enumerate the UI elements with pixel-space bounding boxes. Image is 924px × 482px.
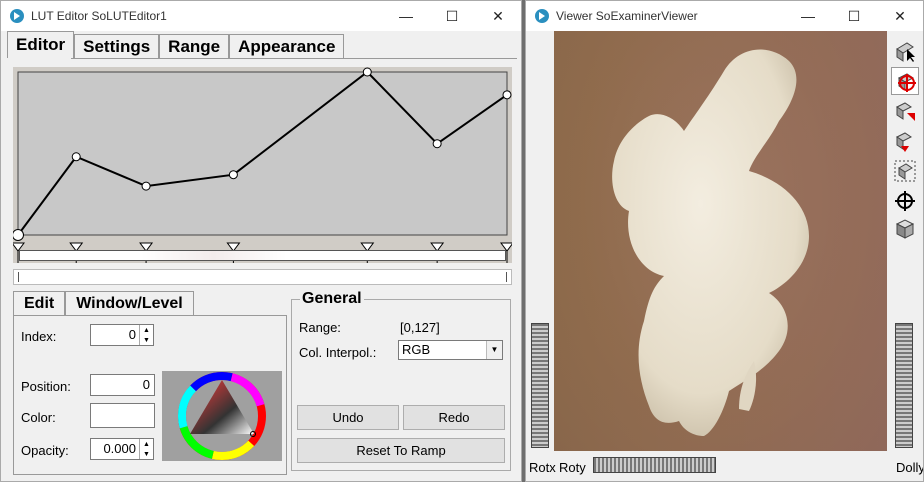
tab-range[interactable]: Range xyxy=(159,34,230,58)
close-button[interactable]: ✕ xyxy=(877,1,923,31)
tab-window-level[interactable]: Window/Level xyxy=(65,291,194,315)
viewer-titlebar[interactable]: Viewer SoExaminerViewer — ☐ ✕ xyxy=(526,1,923,31)
spin-up-icon[interactable]: ▲ xyxy=(140,325,153,335)
color-picker[interactable] xyxy=(162,371,282,461)
3d-render-area[interactable] xyxy=(554,31,887,451)
position-field[interactable]: 0 xyxy=(90,374,155,396)
app-icon xyxy=(535,9,549,23)
interp-label: Col. Interpol.: xyxy=(299,345,377,360)
minimize-button[interactable]: — xyxy=(785,1,831,31)
view-all-icon[interactable] xyxy=(891,157,919,185)
spin-down-icon[interactable]: ▼ xyxy=(140,335,153,345)
redo-button[interactable]: Redo xyxy=(403,405,505,430)
color-wheel-icon[interactable] xyxy=(162,371,282,461)
maximize-button[interactable]: ☐ xyxy=(429,1,475,31)
horizontal-scrollbar[interactable] xyxy=(13,269,512,285)
set-home-icon[interactable] xyxy=(891,127,919,155)
opacity-spinbox[interactable]: 0.000 ▲ ▼ xyxy=(90,438,154,460)
curve-control-point[interactable] xyxy=(362,67,372,77)
window-title: Viewer SoExaminerViewer xyxy=(556,9,698,23)
opacity-label: Opacity: xyxy=(21,443,69,458)
bone-model xyxy=(612,49,809,437)
general-group: General Range: [0,127] Col. Interpol.: R… xyxy=(291,290,511,471)
position-label: Position: xyxy=(21,379,71,394)
seek-icon[interactable] xyxy=(891,187,919,215)
window-title: LUT Editor SoLUTEditor1 xyxy=(31,9,167,23)
edit-panel: Index: 0 ▲ ▼ Position: 0 Color: Opacity: … xyxy=(13,315,287,475)
chevron-down-icon[interactable]: ▼ xyxy=(486,341,502,359)
close-button[interactable]: ✕ xyxy=(475,1,521,31)
tab-editor[interactable]: Editor xyxy=(7,31,75,58)
lut-titlebar[interactable]: LUT Editor SoLUTEditor1 — ☐ ✕ xyxy=(1,1,521,31)
minimize-button[interactable]: — xyxy=(383,1,429,31)
curve-control-point[interactable] xyxy=(432,139,442,149)
range-label: Range: xyxy=(299,320,341,335)
spin-down-icon[interactable]: ▼ xyxy=(140,449,153,459)
curve-control-point[interactable] xyxy=(228,170,238,180)
examiner-viewer-window: Viewer SoExaminerViewer — ☐ ✕ Rotx Roty … xyxy=(525,0,924,482)
spin-up-icon[interactable]: ▲ xyxy=(140,439,153,449)
curve-control-point[interactable] xyxy=(71,152,81,162)
curve-canvas[interactable] xyxy=(13,67,512,263)
maximize-button[interactable]: ☐ xyxy=(831,1,877,31)
main-tabbar: Editor Settings Range Appearance xyxy=(7,31,345,58)
color-swatch[interactable] xyxy=(90,403,155,428)
app-icon xyxy=(10,9,24,23)
tab-appearance[interactable]: Appearance xyxy=(229,34,345,58)
rotx-label: Rotx xyxy=(529,460,556,475)
undo-button[interactable]: Undo xyxy=(297,405,399,430)
perspective-cube-icon[interactable] xyxy=(891,215,919,243)
range-value: [0,127] xyxy=(400,320,440,335)
tab-settings[interactable]: Settings xyxy=(74,34,160,58)
tabbar-divider xyxy=(71,58,517,59)
dolly-thumbwheel[interactable] xyxy=(895,323,913,448)
color-gradient-bar xyxy=(19,250,506,261)
color-label: Color: xyxy=(21,410,56,425)
general-title: General xyxy=(300,290,364,308)
curve-control-point[interactable] xyxy=(13,229,24,241)
roty-thumbwheel[interactable] xyxy=(593,457,716,473)
dolly-label: Dolly xyxy=(896,460,924,475)
curve-control-point[interactable] xyxy=(502,90,512,100)
reset-to-ramp-button[interactable]: Reset To Ramp xyxy=(297,438,505,463)
index-label: Index: xyxy=(21,329,57,344)
rotx-thumbwheel[interactable] xyxy=(531,323,549,448)
lut-curve-editor[interactable] xyxy=(13,67,512,263)
pick-arrow-icon[interactable] xyxy=(891,37,919,65)
interp-select[interactable]: RGB ▼ xyxy=(398,340,503,360)
roty-label: Roty xyxy=(559,460,586,475)
home-icon[interactable] xyxy=(891,97,919,125)
curve-control-point[interactable] xyxy=(141,181,151,191)
index-spinbox[interactable]: 0 ▲ ▼ xyxy=(90,324,154,346)
lut-editor-window: LUT Editor SoLUTEditor1 — ☐ ✕ Editor Set… xyxy=(0,0,522,482)
edit-subtabs: Edit Window/Level xyxy=(13,291,194,315)
tab-edit[interactable]: Edit xyxy=(13,291,66,315)
rotate-view-icon[interactable] xyxy=(891,67,919,95)
